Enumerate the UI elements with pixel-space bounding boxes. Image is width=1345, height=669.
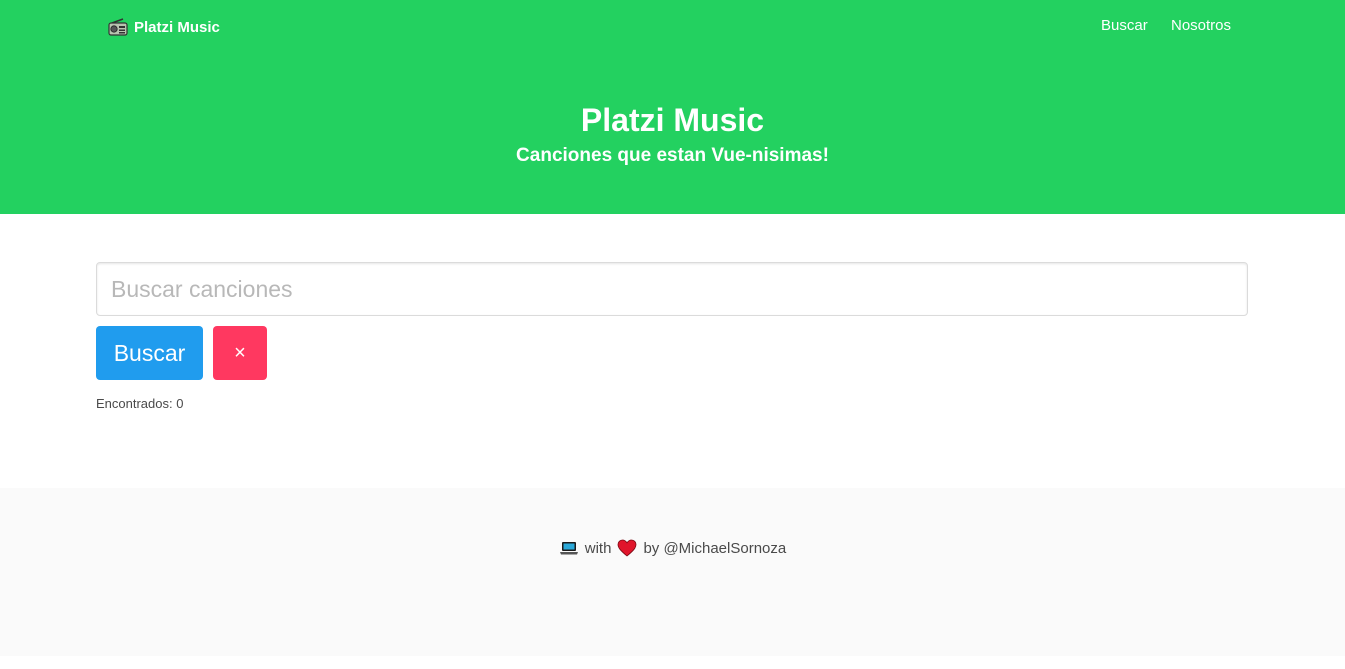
- nav-link-nosotros[interactable]: Nosotros: [1171, 17, 1231, 34]
- hero-header: Platzi Music Buscar Nosotros Platzi Musi…: [0, 0, 1345, 214]
- search-button[interactable]: Buscar: [96, 326, 203, 380]
- page-title: Platzi Music: [580, 102, 765, 138]
- brand-link[interactable]: Platzi Music: [108, 16, 220, 38]
- heart-icon: [617, 539, 637, 557]
- results-count: Encontrados: 0: [96, 396, 184, 411]
- clear-button[interactable]: ×: [213, 326, 267, 380]
- page-bottom-edge: [0, 656, 1345, 669]
- page: Platzi Music Buscar Nosotros Platzi Musi…: [0, 0, 1345, 669]
- search-input[interactable]: [96, 262, 1248, 316]
- navbar: Platzi Music Buscar Nosotros: [0, 0, 1345, 55]
- nav-link-buscar[interactable]: Buscar: [1101, 17, 1148, 34]
- radio-icon: [108, 18, 128, 36]
- footer-with-text: with: [584, 539, 612, 557]
- close-icon: ×: [234, 341, 246, 364]
- page-subtitle: Canciones que estan Vue-nisimas!: [516, 145, 829, 166]
- footer-author-text: by @MichaelSornoza: [643, 539, 787, 557]
- brand-label: Platzi Music: [134, 18, 220, 36]
- footer-credits: with by @MichaelSornoza: [0, 539, 1345, 557]
- laptop-icon: [559, 540, 579, 556]
- footer: [0, 488, 1345, 656]
